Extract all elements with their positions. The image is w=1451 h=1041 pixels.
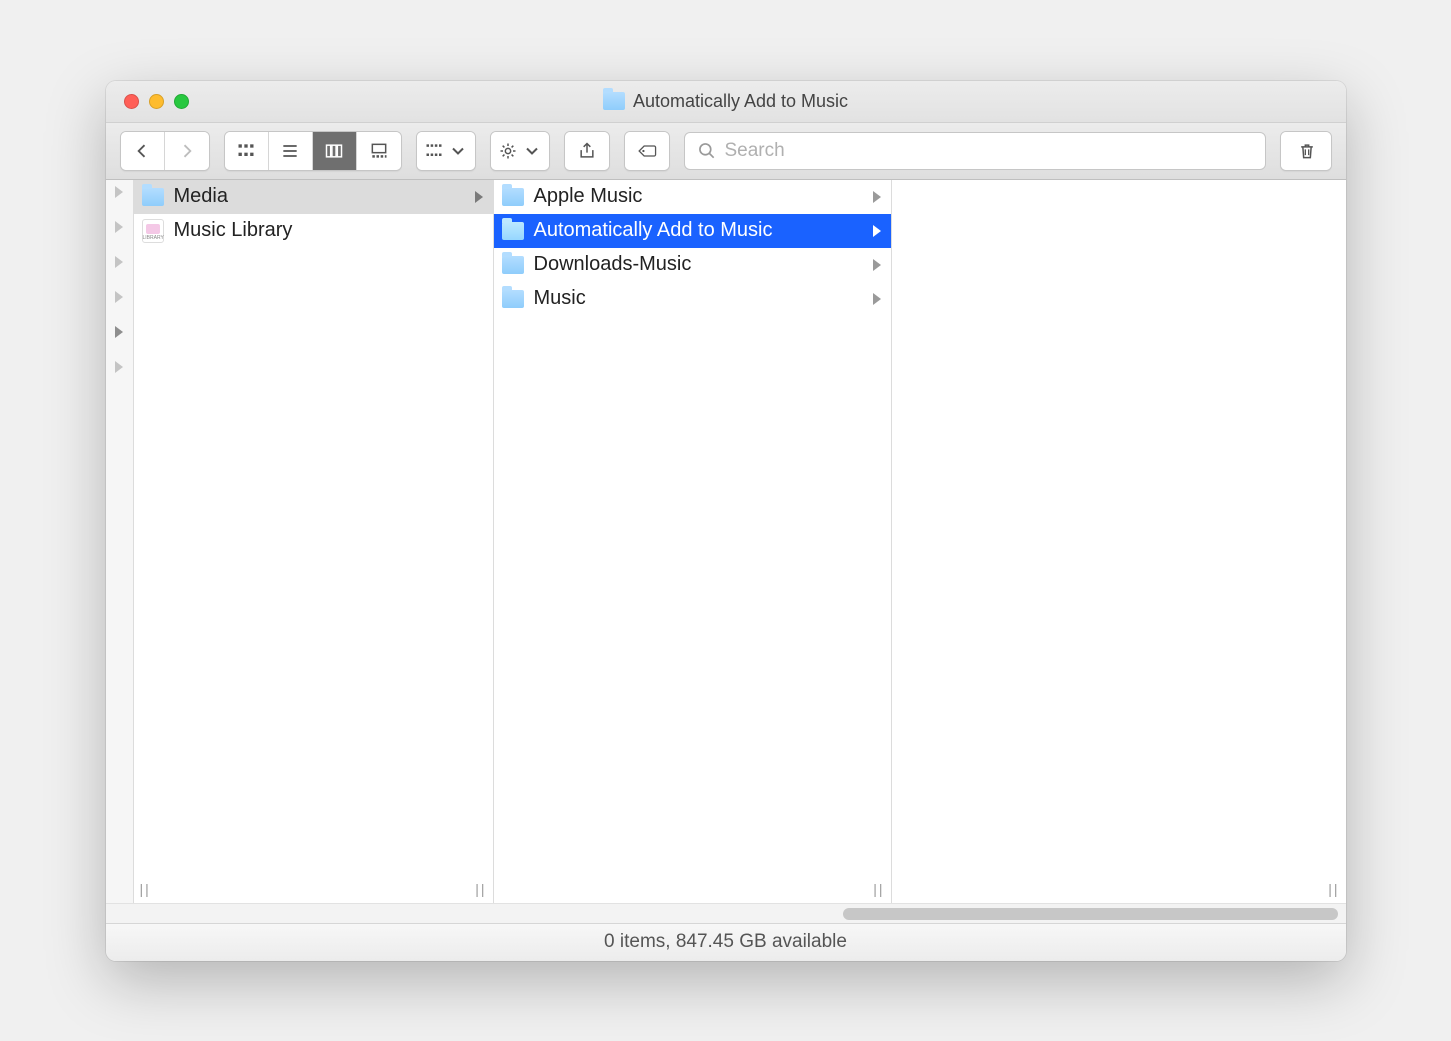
close-window-button[interactable] [124,94,139,109]
horizontal-scrollbar[interactable] [106,903,1346,923]
folder-icon [502,290,524,308]
item-label: Music [534,287,586,310]
gallery-icon [369,141,389,161]
trash-button[interactable] [1280,131,1332,171]
window-title-text: Automatically Add to Music [633,91,848,112]
folder-icon [502,256,524,274]
item-label: Automatically Add to Music [534,219,773,242]
column-resize-handle[interactable]: || [475,881,486,897]
chevron-right-icon [873,259,881,271]
view-gallery-button[interactable] [357,132,401,170]
view-icons-button[interactable] [225,132,269,170]
group-icon [424,141,444,161]
list-item[interactable]: Downloads-Music [494,248,891,282]
column-resize-handle[interactable]: || [1328,881,1339,897]
list-item[interactable]: LIBRARY Music Library [134,214,493,248]
column-2[interactable]: || [892,180,1346,903]
chevron-down-icon [522,141,542,161]
group-by-menu[interactable] [416,131,476,171]
view-switcher [224,131,402,171]
chevron-right-icon [873,225,881,237]
grid-icon [236,141,256,161]
item-label: Downloads-Music [534,253,692,276]
chevron-right-icon [177,141,197,161]
tags-button[interactable] [624,131,670,171]
status-text: 0 items, 847.45 GB available [604,931,847,953]
status-bar: 0 items, 847.45 GB available [106,923,1346,961]
window-controls [106,94,189,109]
item-label: Media [174,185,228,208]
column-browser: Media LIBRARY Music Library || || Apple … [106,180,1346,903]
titlebar: Automatically Add to Music [106,81,1346,123]
view-list-button[interactable] [269,132,313,170]
folder-icon [502,188,524,206]
action-menu[interactable] [490,131,550,171]
forward-button[interactable] [165,132,209,170]
search-input[interactable] [725,140,1253,162]
item-label: Music Library [174,219,293,242]
columns-icon [324,141,344,161]
view-columns-button[interactable] [313,132,357,170]
folder-icon [142,188,164,206]
column-resize-handle[interactable]: || [873,881,884,897]
path-arrow[interactable] [115,291,123,303]
column-0[interactable]: Media LIBRARY Music Library || || [134,180,494,903]
list-item[interactable]: Automatically Add to Music [494,214,891,248]
nav-back-forward [120,131,210,171]
window-title: Automatically Add to Music [106,91,1346,112]
file-icon: LIBRARY [142,219,164,243]
folder-icon [502,222,524,240]
list-icon [280,141,300,161]
gear-icon [498,141,518,161]
scrollbar-thumb[interactable] [843,908,1338,920]
path-arrow[interactable] [115,326,123,338]
chevron-left-icon [132,141,152,161]
path-arrow[interactable] [115,186,123,198]
column-1[interactable]: Apple Music Automatically Add to Music D… [494,180,892,903]
folder-icon [603,92,625,110]
list-item[interactable]: Media [134,180,493,214]
path-rail [106,180,134,903]
search-field[interactable] [684,132,1266,170]
path-arrow[interactable] [115,221,123,233]
chevron-right-icon [873,293,881,305]
chevron-right-icon [873,191,881,203]
zoom-window-button[interactable] [174,94,189,109]
finder-window: Automatically Add to Music [106,81,1346,961]
share-icon [577,141,597,161]
search-icon [697,141,717,161]
minimize-window-button[interactable] [149,94,164,109]
path-arrow[interactable] [115,361,123,373]
column-resize-handle[interactable]: || [140,881,151,897]
list-item[interactable]: Music [494,282,891,316]
chevron-down-icon [448,141,468,161]
chevron-right-icon [475,191,483,203]
toolbar [106,123,1346,180]
trash-icon [1297,141,1317,161]
tag-icon [637,141,657,161]
back-button[interactable] [121,132,165,170]
list-item[interactable]: Apple Music [494,180,891,214]
share-button[interactable] [564,131,610,171]
path-arrow[interactable] [115,256,123,268]
item-label: Apple Music [534,185,643,208]
